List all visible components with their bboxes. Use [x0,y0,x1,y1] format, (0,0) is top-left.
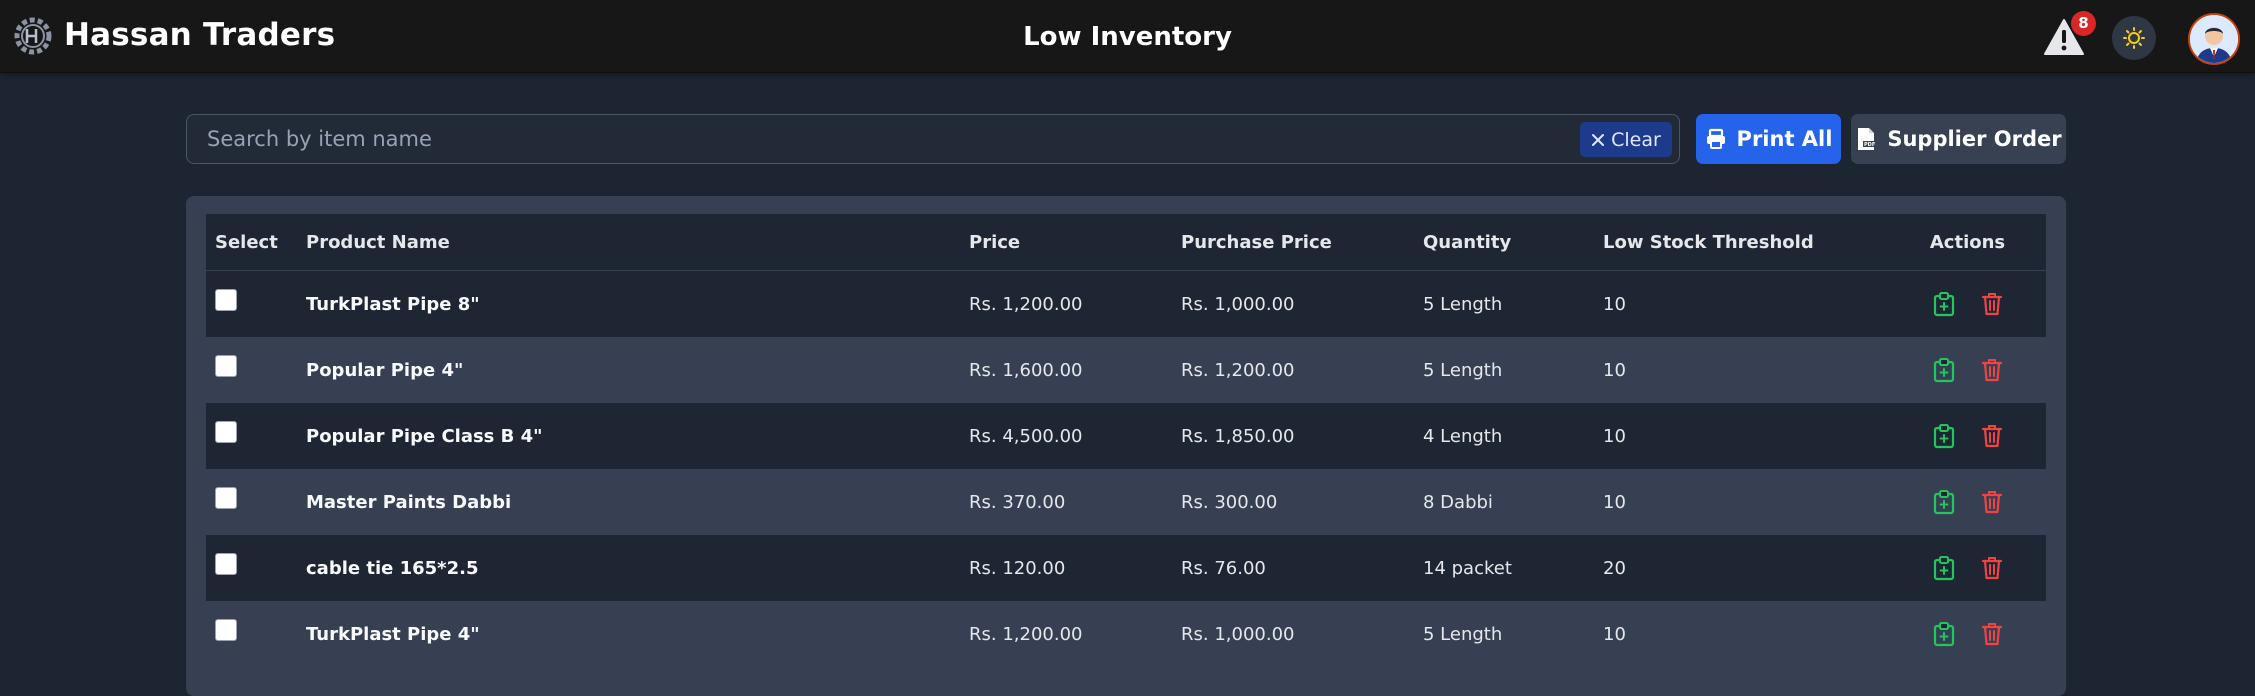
clipboard-icon[interactable] [1931,291,1957,317]
trash-icon[interactable] [1979,357,2005,383]
actions-cell [1889,469,2046,535]
column-header-purchase-price[interactable]: Purchase Price [1172,214,1414,271]
clear-label: Clear [1611,128,1661,151]
clipboard-icon[interactable] [1931,555,1957,581]
row-select-cell [206,535,297,601]
threshold-cell: 10 [1594,270,1889,337]
purchase-price-cell: Rs. 1,200.00 [1172,337,1414,403]
theme-toggle-button[interactable] [2112,16,2156,60]
purchase-price-cell: Rs. 300.00 [1172,469,1414,535]
alert-count-badge: 8 [2071,11,2096,36]
threshold-cell: 20 [1594,535,1889,601]
clear-button[interactable]: Clear [1580,122,1672,157]
clipboard-icon[interactable] [1931,489,1957,515]
column-header-price[interactable]: Price [960,214,1172,271]
row-select-checkbox[interactable] [215,355,237,377]
pdf-file-icon: PDF [1858,128,1876,150]
quantity-cell: 14 packet [1414,535,1594,601]
price-cell: Rs. 370.00 [960,469,1172,535]
top-bar: Hassan Traders Low Inventory 8 [0,0,2255,73]
table-row: Master Paints Dabbi Rs. 370.00 Rs. 300.00 8… [206,469,2046,535]
purchase-price-cell: Rs. 1,000.00 [1172,270,1414,337]
purchase-price-cell: Rs. 1,000.00 [1172,601,1414,667]
column-header-low-stock-threshold[interactable]: Low Stock Threshold [1594,214,1889,271]
user-avatar[interactable] [2188,13,2240,65]
row-select-checkbox[interactable] [215,289,237,311]
print-all-button[interactable]: Print All [1696,114,1841,164]
product-name-cell: Popular Pipe Class B 4" [297,403,960,469]
threshold-cell: 10 [1594,601,1889,667]
table-header-row: Select Product Name Price Purchase Price… [206,214,2046,271]
trash-icon[interactable] [1979,555,2005,581]
quantity-cell: 5 Length [1414,270,1594,337]
quantity-cell: 5 Length [1414,337,1594,403]
print-all-label: Print All [1736,127,1833,151]
actions-cell [1889,403,2046,469]
product-name-cell: cable tie 165*2.5 [297,535,960,601]
quantity-cell: 4 Length [1414,403,1594,469]
search-bar: Clear [186,114,1680,164]
threshold-cell: 10 [1594,403,1889,469]
avatar-image [2190,15,2238,63]
actions-cell [1889,337,2046,403]
threshold-cell: 10 [1594,337,1889,403]
actions-cell [1889,270,2046,337]
table-row: Popular Pipe 4" Rs. 1,600.00 Rs. 1,200.00 5… [206,337,2046,403]
column-header-quantity[interactable]: Quantity [1414,214,1594,271]
row-select-checkbox[interactable] [215,421,237,443]
row-select-cell [206,337,297,403]
sun-icon [2123,27,2145,49]
low-inventory-table: Select Product Name Price Purchase Price… [206,214,2046,667]
row-select-cell [206,601,297,667]
threshold-cell: 10 [1594,469,1889,535]
purchase-price-cell: Rs. 1,850.00 [1172,403,1414,469]
trash-icon[interactable] [1979,291,2005,317]
page-title: Low Inventory [1023,22,1232,52]
row-select-cell [206,469,297,535]
row-select-cell [206,270,297,337]
column-header-product-name[interactable]: Product Name [297,214,960,271]
product-name-cell: Popular Pipe 4" [297,337,960,403]
product-name-cell: Master Paints Dabbi [297,469,960,535]
clipboard-icon[interactable] [1931,423,1957,449]
clipboard-icon[interactable] [1931,357,1957,383]
row-select-checkbox[interactable] [215,619,237,641]
printer-icon [1706,128,1725,149]
column-header-actions: Actions [1889,214,2046,271]
table-row: TurkPlast Pipe 8" Rs. 1,200.00 Rs. 1,000.0… [206,270,2046,337]
svg-text:PDF: PDF [1864,142,1875,148]
actions-cell [1889,535,2046,601]
trash-icon[interactable] [1979,489,2005,515]
row-select-cell [206,403,297,469]
purchase-price-cell: Rs. 76.00 [1172,535,1414,601]
search-input[interactable] [187,115,1487,163]
table-row: TurkPlast Pipe 4" Rs. 1,200.00 Rs. 1,000.0… [206,601,2046,667]
supplier-order-label: Supplier Order [1887,127,2062,151]
price-cell: Rs. 1,200.00 [960,601,1172,667]
price-cell: Rs. 1,200.00 [960,270,1172,337]
product-name-cell: TurkPlast Pipe 8" [297,270,960,337]
product-name-cell: TurkPlast Pipe 4" [297,601,960,667]
supplier-order-button[interactable]: PDF Supplier Order [1851,114,2066,164]
price-cell: Rs. 1,600.00 [960,337,1172,403]
quantity-cell: 5 Length [1414,601,1594,667]
table-row: Popular Pipe Class B 4" Rs. 4,500.00 Rs. 1… [206,403,2046,469]
row-select-checkbox[interactable] [215,487,237,509]
close-icon [1592,133,1605,146]
actions-cell [1889,601,2046,667]
price-cell: Rs. 120.00 [960,535,1172,601]
quantity-cell: 8 Dabbi [1414,469,1594,535]
trash-icon[interactable] [1979,621,2005,647]
clipboard-icon[interactable] [1931,621,1957,647]
trash-icon[interactable] [1979,423,2005,449]
column-header-select: Select [206,214,297,271]
table-row: cable tie 165*2.5 Rs. 120.00 Rs. 76.00 14 p… [206,535,2046,601]
row-select-checkbox[interactable] [215,553,237,575]
price-cell: Rs. 4,500.00 [960,403,1172,469]
